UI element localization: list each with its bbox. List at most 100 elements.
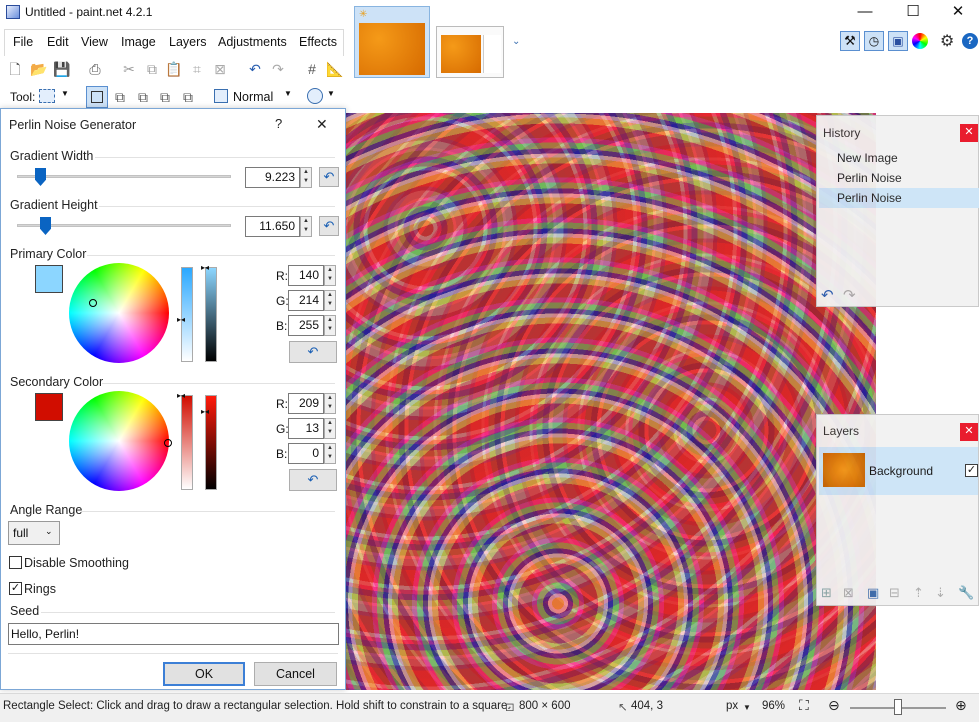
crop-to-selection-icon[interactable]: ⌗ (188, 60, 206, 78)
blend-mode-select[interactable]: Normal (233, 90, 273, 104)
selection-mode-exclude-icon[interactable]: ⧉ (135, 88, 151, 105)
gradient-height-spinner[interactable]: ▲ ▼ (300, 216, 312, 237)
history-window-icon[interactable]: ◷ (864, 31, 884, 51)
secondary-color-reset-button[interactable]: ↶ (289, 469, 337, 491)
selection-mode-invert-icon[interactable]: ⧉ (180, 88, 196, 105)
image-canvas[interactable] (346, 113, 876, 690)
selection-mode-intersect-icon[interactable]: ⧉ (157, 88, 173, 105)
minimize-button[interactable]: — (842, 0, 888, 26)
primary-g-input[interactable]: 214 (288, 290, 324, 311)
history-item[interactable]: New Image (819, 148, 979, 168)
layer-row[interactable]: Background ✓ (819, 447, 978, 495)
delete-layer-icon[interactable]: ⊠ (843, 585, 854, 601)
secondary-value-marker-icon[interactable]: ▸◂ (201, 408, 221, 416)
tools-window-icon[interactable]: ⚒ (840, 31, 860, 51)
dialog-help-button[interactable]: ? (275, 116, 282, 131)
rings-checkbox[interactable]: ✓ (9, 582, 22, 595)
history-item-selected[interactable]: Perlin Noise (819, 188, 979, 208)
primary-r-spinner[interactable]: ▲ ▼ (324, 265, 336, 286)
move-layer-up-icon[interactable]: ⇡ (913, 585, 924, 601)
add-layer-icon[interactable]: ⊞ (821, 585, 832, 601)
history-item[interactable]: Perlin Noise (819, 168, 979, 188)
tool-dropdown-arrow-icon[interactable]: ▼ (61, 89, 69, 98)
secondary-b-input[interactable]: 0 (288, 443, 324, 464)
zoom-in-icon[interactable]: ⊕ (955, 697, 967, 714)
secondary-color-wheel[interactable] (69, 391, 169, 491)
layers-window-icon[interactable]: ▣ (888, 31, 908, 51)
layer-visibility-checkbox[interactable]: ✓ (965, 464, 978, 477)
layers-close-button[interactable]: ✕ (960, 423, 978, 441)
menu-adjustments[interactable]: Adjustments (218, 35, 287, 49)
primary-b-spinner[interactable]: ▲ ▼ (324, 315, 336, 336)
zoom-slider-thumb[interactable] (894, 699, 902, 715)
settings-gear-icon[interactable]: ⚙ (940, 31, 954, 51)
help-icon[interactable]: ? (962, 33, 978, 49)
move-layer-down-icon[interactable]: ⇣ (935, 585, 946, 601)
menu-effects[interactable]: Effects (299, 35, 337, 49)
ruler-icon[interactable]: 📐 (326, 60, 344, 78)
maximize-button[interactable]: ☐ (890, 0, 936, 26)
primary-g-spinner[interactable]: ▲ ▼ (324, 290, 336, 311)
deselect-icon[interactable]: ⊠ (211, 60, 229, 78)
dialog-close-button[interactable]: ✕ (316, 116, 328, 133)
save-icon[interactable]: 💾 (53, 60, 71, 78)
secondary-color-wheel-marker[interactable] (164, 439, 172, 447)
unit-dropdown-arrow-icon[interactable]: ▼ (743, 703, 751, 712)
cut-icon[interactable]: ✂ (120, 60, 138, 78)
gradient-width-input[interactable]: 9.223 (245, 167, 300, 188)
secondary-color-swatch[interactable] (35, 393, 63, 421)
menu-image[interactable]: Image (121, 35, 156, 49)
merge-layer-down-icon[interactable]: ⊟ (889, 585, 900, 601)
close-window-button[interactable]: ✕ (935, 0, 979, 26)
zoom-level[interactable]: 96% (762, 700, 785, 712)
disable-smoothing-checkbox[interactable] (9, 556, 22, 569)
primary-color-wheel-marker[interactable] (89, 299, 97, 307)
primary-b-input[interactable]: 255 (288, 315, 324, 336)
zoom-to-window-icon[interactable]: ⛶ (799, 697, 809, 714)
secondary-b-spinner[interactable]: ▲ ▼ (324, 443, 336, 464)
history-undo-icon[interactable]: ↶ (821, 286, 834, 304)
print-icon[interactable]: ⎙ (86, 60, 104, 78)
gradient-height-input[interactable]: 11.650 (245, 216, 300, 237)
gradient-height-slider-thumb[interactable] (40, 217, 51, 235)
secondary-g-input[interactable]: 13 (288, 418, 324, 439)
layer-properties-wrench-icon[interactable]: 🔧 (958, 585, 974, 601)
secondary-saturation-marker-icon[interactable]: ▸◂ (177, 392, 197, 400)
rectangle-select-tool-icon[interactable] (39, 89, 55, 103)
selection-mode-union-icon[interactable]: ⧉ (112, 88, 128, 105)
paste-icon[interactable]: 📋 (165, 60, 183, 78)
secondary-g-spinner[interactable]: ▲ ▼ (324, 418, 336, 439)
selection-quality-icon[interactable] (214, 89, 228, 103)
copy-icon[interactable]: ⧉ (143, 60, 161, 78)
zoom-out-icon[interactable]: ⊖ (828, 697, 840, 714)
primary-value-marker-icon[interactable]: ▸◂ (201, 264, 221, 272)
antialiasing-icon[interactable] (307, 88, 323, 104)
gradient-width-slider-thumb[interactable] (35, 168, 46, 186)
blend-mode-dropdown-arrow-icon[interactable]: ▼ (284, 89, 292, 98)
angle-range-select[interactable]: full ⌄ (8, 521, 60, 545)
menu-layers[interactable]: Layers (169, 35, 207, 49)
antialiasing-dropdown-arrow-icon[interactable]: ▼ (327, 89, 335, 98)
primary-saturation-marker-icon[interactable]: ▸◂ (177, 316, 197, 324)
seed-input[interactable]: Hello, Perlin! (8, 623, 339, 645)
primary-value-bar[interactable] (205, 267, 217, 362)
chevron-down-icon[interactable]: ⌄ (512, 36, 520, 47)
redo-icon[interactable]: ↷ (269, 60, 287, 78)
duplicate-layer-icon[interactable]: ▣ (867, 585, 879, 601)
gradient-height-reset-button[interactable]: ↶ (319, 216, 339, 236)
document-thumbnail[interactable] (436, 26, 504, 78)
grid-icon[interactable]: # (303, 60, 321, 78)
primary-color-reset-button[interactable]: ↶ (289, 341, 337, 363)
gradient-width-reset-button[interactable]: ↶ (319, 167, 339, 187)
gradient-width-spinner[interactable]: ▲ ▼ (300, 167, 312, 188)
unit-select[interactable]: px (726, 700, 738, 712)
cancel-button[interactable]: Cancel (254, 662, 337, 686)
open-folder-icon[interactable]: 📂 (30, 60, 48, 78)
undo-icon[interactable]: ↶ (246, 60, 264, 78)
history-close-button[interactable]: ✕ (960, 124, 978, 142)
document-thumbnail-active[interactable]: ✳ (354, 6, 430, 78)
colors-window-icon[interactable] (912, 33, 928, 49)
primary-r-input[interactable]: 140 (288, 265, 324, 286)
secondary-r-input[interactable]: 209 (288, 393, 324, 414)
secondary-saturation-bar[interactable] (181, 395, 193, 490)
